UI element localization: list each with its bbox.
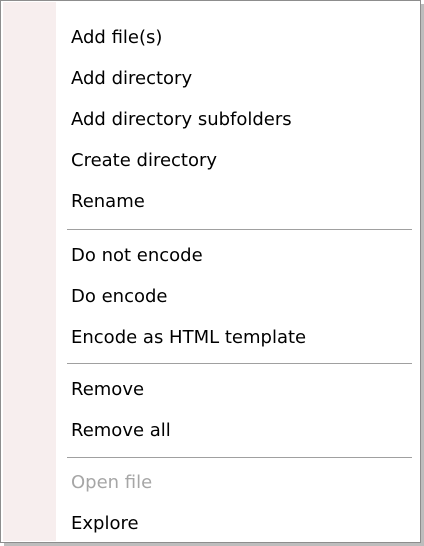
menu-item-add-files[interactable]: Add file(s) [3,17,420,57]
menu-item-remove[interactable]: Remove [3,369,420,409]
menu-separator [67,229,412,230]
menu-item-add-directory-subfolders[interactable]: Add directory subfolders [3,99,420,139]
menu-item-create-directory[interactable]: Create directory [3,140,420,180]
menu-item-open-file: Open file [3,462,420,502]
menu-item-label: Remove all [71,419,171,441]
menu-item-encode-as-html-template[interactable]: Encode as HTML template [3,317,420,357]
menu-item-do-not-encode[interactable]: Do not encode [3,235,420,275]
context-menu: Add file(s) Add directory Add directory … [0,0,421,543]
menu-item-add-directory[interactable]: Add directory [3,58,420,98]
menu-item-rename[interactable]: Rename [3,181,420,221]
menu-separator [67,363,412,364]
menu-item-label: Encode as HTML template [71,326,307,348]
menu-item-label: Do encode [71,285,168,307]
menu-item-do-encode[interactable]: Do encode [3,276,420,316]
menu-item-remove-all[interactable]: Remove all [3,410,420,450]
menu-item-label: Add file(s) [71,26,163,48]
menu-item-label: Create directory [71,149,218,171]
menu-item-label: Open file [71,471,153,493]
menu-item-label: Explore [71,512,139,534]
menu-item-label: Rename [71,190,145,212]
menu-separator [67,457,412,458]
menu-item-explore[interactable]: Explore [3,503,420,543]
menu-item-label: Add directory subfolders [71,108,292,130]
menu-item-label: Do not encode [71,244,203,266]
menu-item-label: Add directory [71,67,193,89]
menu-item-label: Remove [71,378,145,400]
